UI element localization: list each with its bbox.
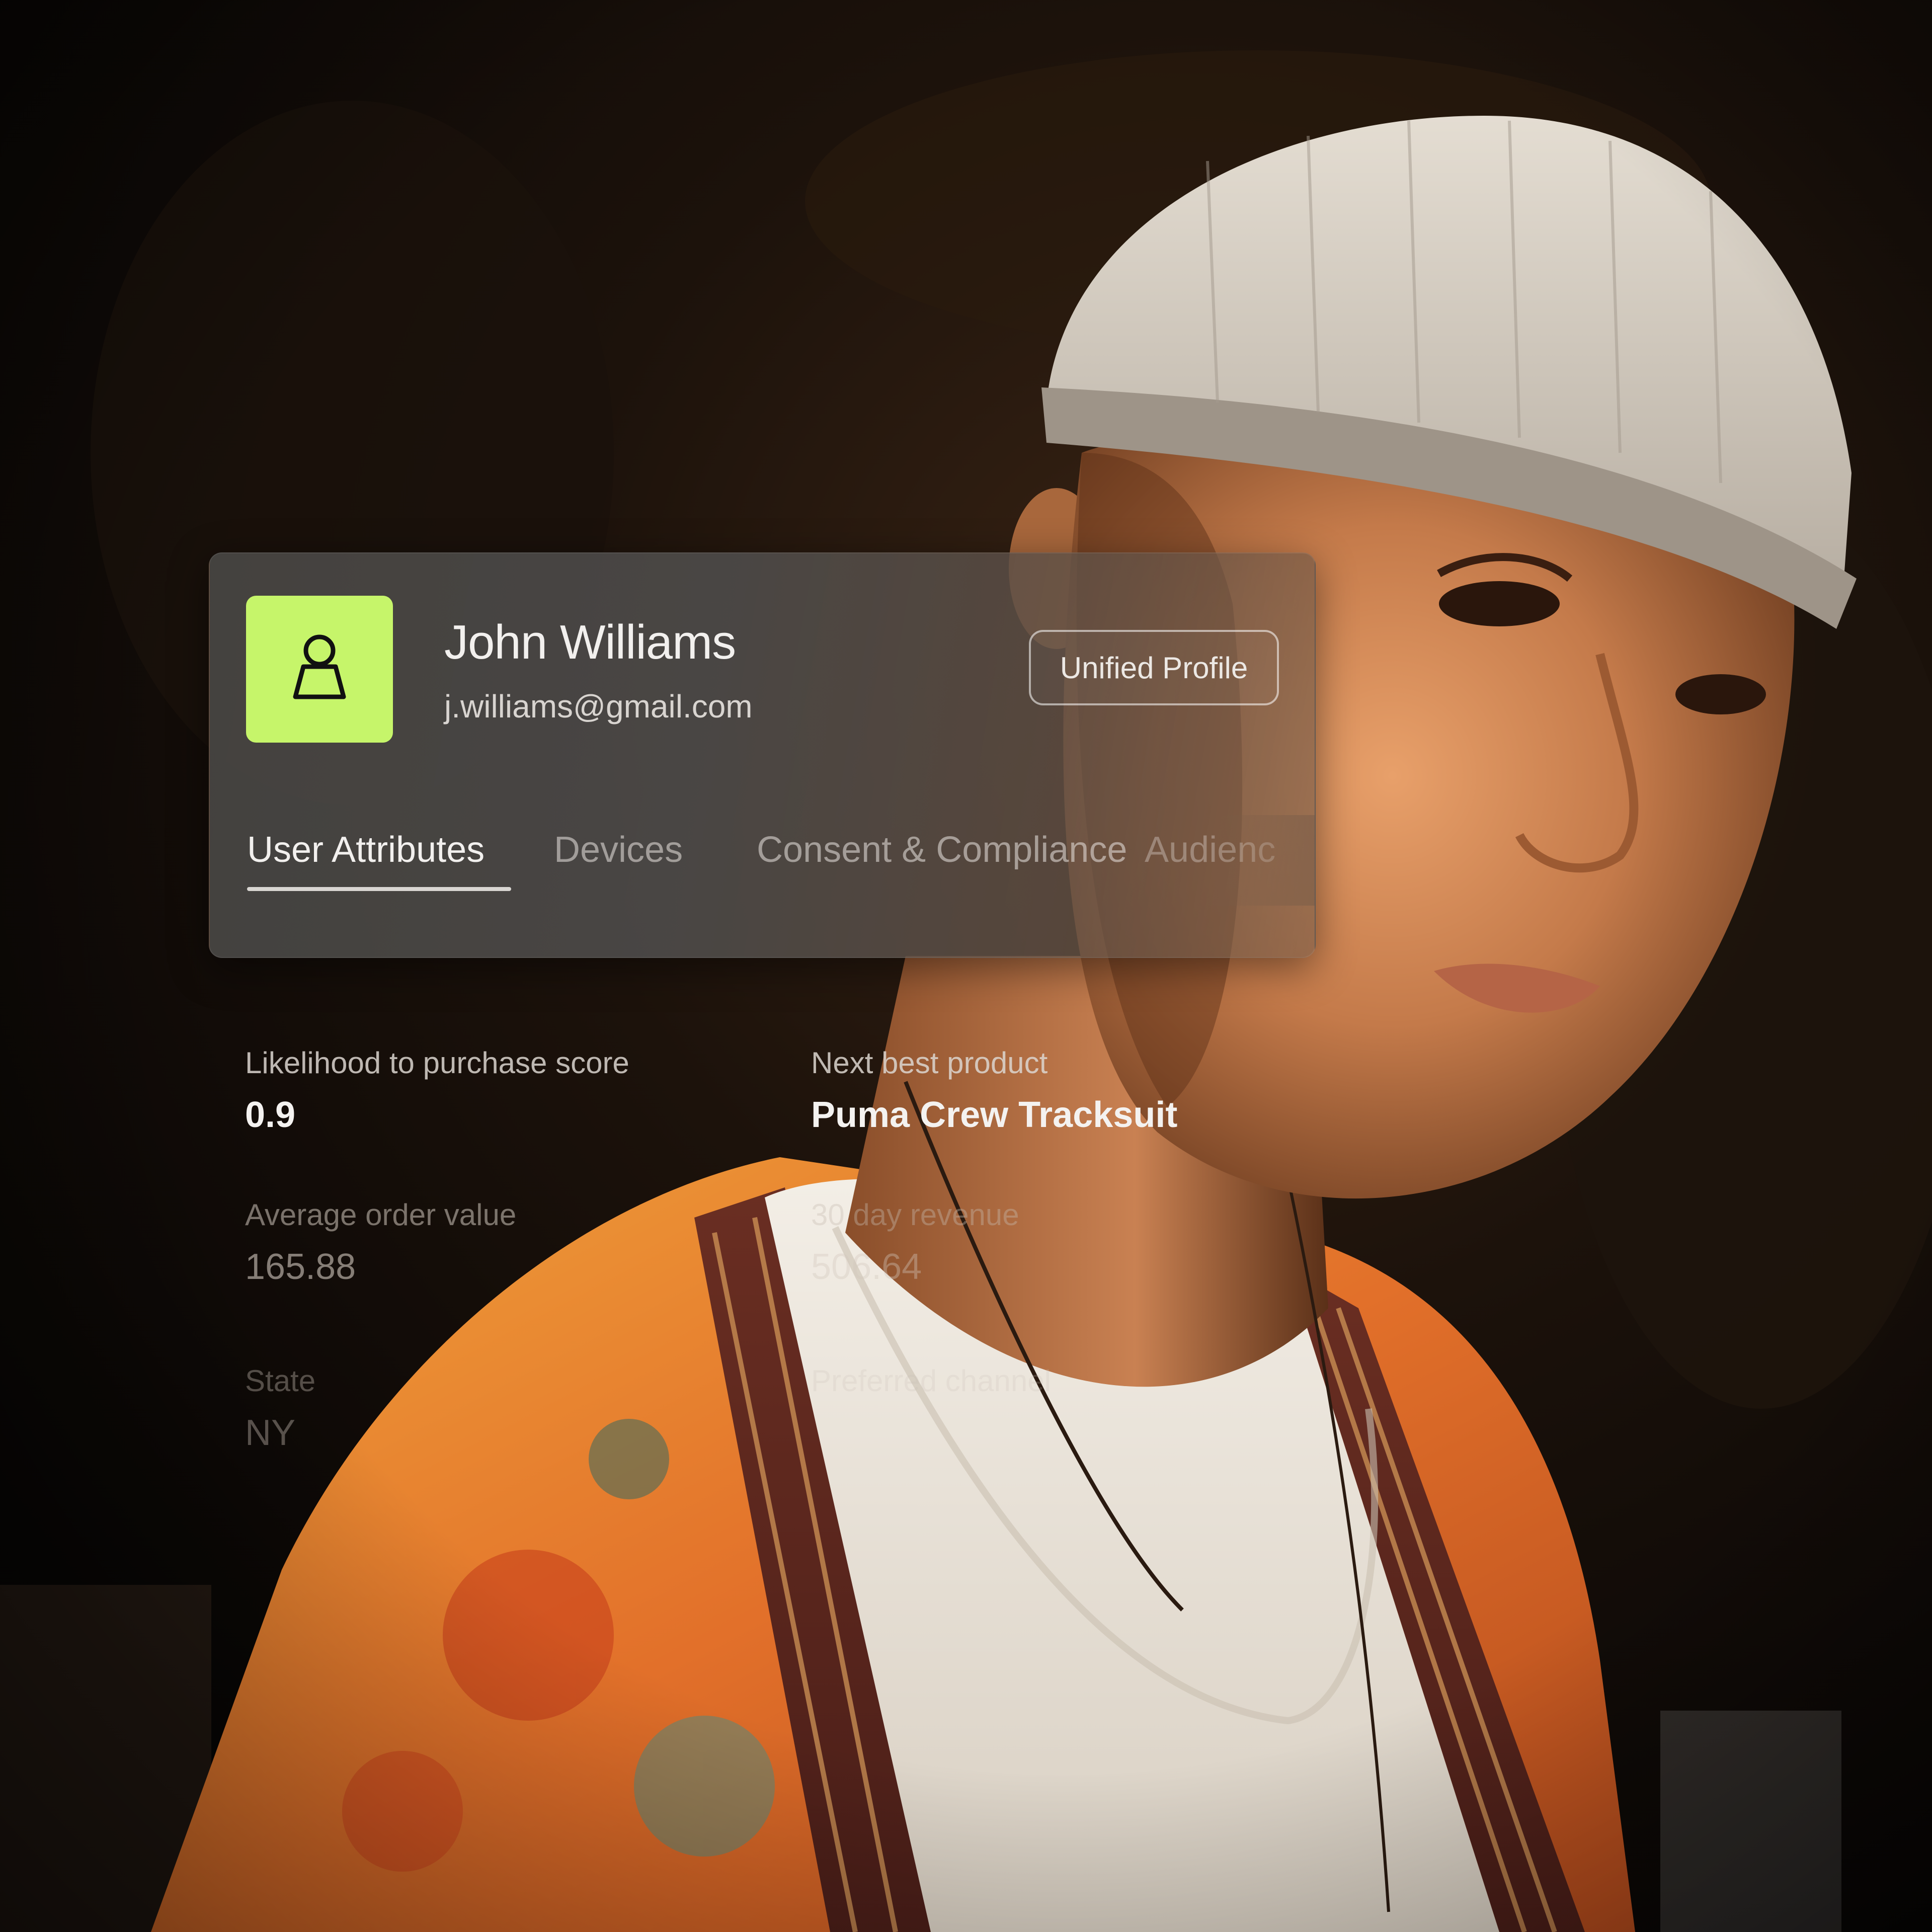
attr-label: Preferred channel	[811, 1364, 1051, 1398]
profile-card: John Williams j.williams@gmail.com Unifi…	[209, 552, 1316, 958]
attr-30-day-revenue: 30 day revenue 506.64	[811, 1197, 1019, 1287]
tab-consent-compliance[interactable]: Consent & Compliance	[757, 829, 1127, 870]
tab-user-attributes[interactable]: User Attributes	[247, 829, 485, 870]
attr-label: Average order value	[245, 1198, 517, 1232]
attr-label: 30 day revenue	[811, 1198, 1019, 1232]
attr-value: Puma Crew Tracksuit	[811, 1095, 1178, 1135]
attr-label: Likelihood to purchase score	[245, 1046, 629, 1080]
attr-label: Next best product	[811, 1046, 1048, 1080]
attr-label: State	[245, 1364, 316, 1398]
user-email: j.williams@gmail.com	[444, 688, 753, 725]
attr-value: 506.64	[811, 1247, 922, 1287]
attr-likelihood: Likelihood to purchase score 0.9	[245, 1045, 629, 1136]
active-tab-indicator	[247, 887, 511, 891]
tab-audiences[interactable]: Audienc	[1145, 829, 1275, 870]
tab-devices[interactable]: Devices	[554, 829, 683, 870]
attr-value: NY	[245, 1413, 296, 1453]
attr-state: State NY	[245, 1363, 315, 1454]
attr-value: 0.9	[245, 1095, 296, 1135]
attr-value: 165.88	[245, 1247, 356, 1287]
user-icon	[293, 634, 346, 699]
attr-next-best-product: Next best product Puma Crew Tracksuit	[811, 1045, 1177, 1136]
avatar	[246, 596, 393, 743]
attr-average-order-value: Average order value 165.88	[245, 1197, 516, 1287]
user-name: John Williams	[444, 615, 736, 669]
attr-preferred-channel: Preferred channel	[811, 1363, 1051, 1398]
unified-profile-badge[interactable]: Unified Profile	[1029, 630, 1279, 705]
background-photo	[0, 0, 1932, 1932]
